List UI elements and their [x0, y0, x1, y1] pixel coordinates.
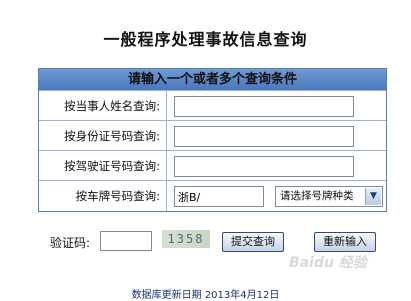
database-update-note: 数据库更新日期 2013年4月12日	[131, 290, 280, 301]
license-query-row: 按驾驶证号码查询:	[39, 150, 386, 181]
plate-type-select-value: 请选择号牌种类	[280, 190, 354, 202]
name-query-label: 按当事人姓名查询:	[39, 91, 167, 121]
license-query-input[interactable]	[174, 156, 354, 177]
form-header: 请输入一个或者多个查询条件	[39, 69, 386, 90]
captcha-image: 1358	[162, 230, 210, 248]
query-form: 请输入一个或者多个查询条件 按当事人姓名查询: 按身份证号码查询: 按驾驶证号码…	[38, 68, 387, 212]
captcha-input[interactable]	[100, 231, 152, 251]
page-title: 一般程序处理事故信息查询	[103, 30, 308, 49]
plate-number-input[interactable]	[174, 186, 264, 207]
id-card-query-input[interactable]	[174, 126, 354, 147]
captcha-label: 验证码:	[50, 236, 91, 250]
watermark-logo: Baidu 经验	[289, 255, 367, 271]
plate-query-label: 按车牌号码查询:	[39, 181, 167, 211]
name-query-input[interactable]	[174, 96, 354, 117]
chevron-down-icon[interactable]: ▼	[365, 188, 381, 205]
plate-query-row: 按车牌号码查询: 请选择号牌种类 ▼	[39, 180, 386, 211]
submit-query-button[interactable]: 提交查询	[222, 232, 284, 252]
name-query-row: 按当事人姓名查询:	[39, 90, 386, 121]
license-query-label: 按驾驶证号码查询:	[39, 151, 167, 181]
reset-button[interactable]: 重新输入	[314, 232, 376, 252]
id-card-query-label: 按身份证号码查询:	[39, 121, 167, 151]
id-card-query-row: 按身份证号码查询:	[39, 120, 386, 151]
plate-type-select[interactable]: 请选择号牌种类 ▼	[275, 186, 383, 207]
